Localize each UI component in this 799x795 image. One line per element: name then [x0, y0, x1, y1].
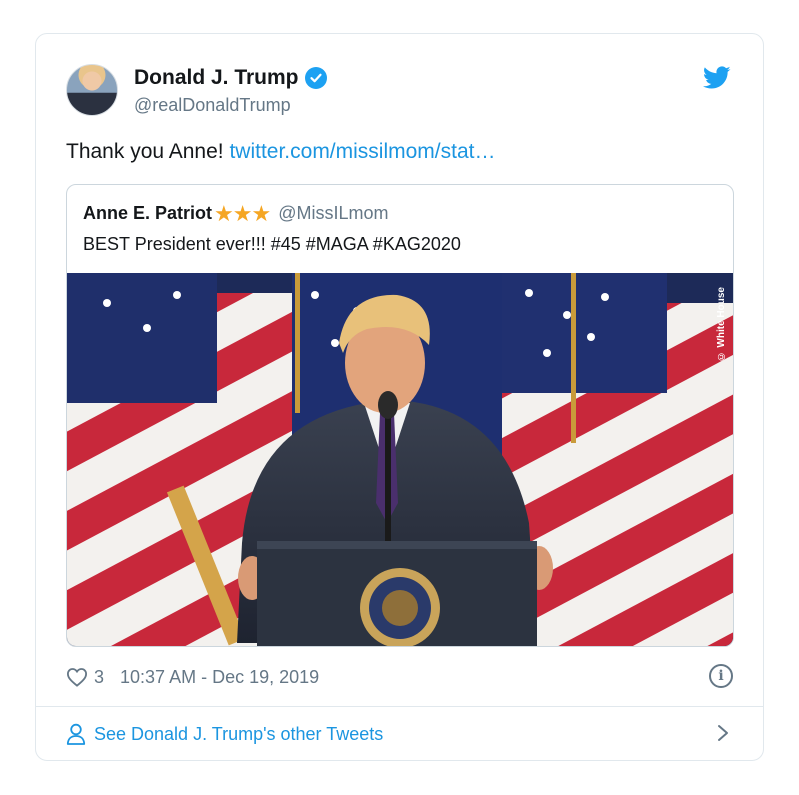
- chevron-right-icon[interactable]: [717, 724, 729, 742]
- author-name-row: Donald J. Trump: [134, 66, 327, 90]
- tweet-timestamp[interactable]: 10:37 AM - Dec 19, 2019: [120, 667, 319, 688]
- quoted-author-handle[interactable]: @MissILmom: [278, 203, 388, 224]
- tweet-footer[interactable]: See Donald J. Trump's other Tweets: [66, 720, 733, 748]
- quoted-tweet-image[interactable]: © White House: [67, 273, 733, 646]
- quoted-tweet-text: BEST President ever!!! #45 #MAGA #KAG202…: [83, 234, 461, 254]
- tweet-link[interactable]: twitter.com/missilmom/stat…: [229, 140, 495, 163]
- stars-emoji: ★★★: [214, 200, 271, 226]
- quoted-author-name[interactable]: Anne E. Patriot: [83, 203, 212, 224]
- twitter-bird-icon[interactable]: [703, 66, 731, 90]
- verified-badge-icon: [304, 67, 327, 89]
- see-other-tweets-link[interactable]: See Donald J. Trump's other Tweets: [94, 724, 383, 745]
- tweet-text: Thank you Anne! twitter.com/missilmom/st…: [66, 140, 495, 164]
- embedded-tweet-card: Donald J. Trump @realDonaldTrump Thank y…: [35, 33, 764, 761]
- tweet-meta-row: 3 10:37 AM - Dec 19, 2019 i: [66, 664, 733, 690]
- speech-photo: [67, 273, 733, 646]
- quoted-tweet[interactable]: Anne E. Patriot ★★★ @MissILmom BEST Pres…: [66, 184, 734, 647]
- media-credit: © White House: [716, 287, 727, 362]
- tweet-text-plain: Thank you Anne!: [66, 140, 230, 163]
- tweet-header: Donald J. Trump @realDonaldTrump: [66, 62, 733, 118]
- author-display-name[interactable]: Donald J. Trump: [134, 66, 299, 90]
- footer-divider: [36, 706, 763, 707]
- author-avatar[interactable]: [66, 64, 118, 116]
- person-icon: [66, 723, 86, 745]
- info-icon[interactable]: i: [709, 664, 733, 688]
- quoted-tweet-header: Anne E. Patriot ★★★ @MissILmom: [83, 200, 388, 226]
- author-handle[interactable]: @realDonaldTrump: [134, 95, 291, 116]
- heart-icon[interactable]: [66, 667, 88, 687]
- like-count[interactable]: 3: [94, 667, 104, 688]
